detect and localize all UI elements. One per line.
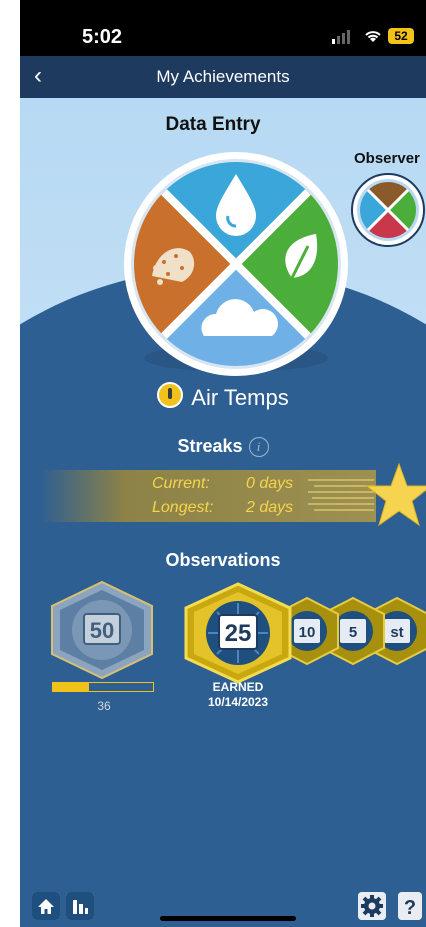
signal-icon: [332, 30, 350, 44]
home-indicator: [160, 916, 296, 921]
earned-status: EARNED: [212, 680, 264, 694]
home-button[interactable]: [32, 892, 60, 920]
badge-label-first: st: [390, 624, 403, 641]
status-bar: 5:02 52: [20, 0, 426, 56]
observations-heading: Observations: [165, 550, 281, 570]
settings-icon: [358, 892, 386, 920]
current-streak-label: Current:: [152, 475, 210, 492]
badge-label-10: 10: [299, 624, 316, 641]
nav-bar: ‹ My Achievements: [20, 56, 426, 98]
help-button[interactable]: ?: [398, 892, 422, 920]
help-icon: ?: [398, 892, 422, 920]
badge-progress-fill: [53, 683, 89, 691]
selected-category-label: Air Temps: [191, 385, 289, 410]
info-icon[interactable]: i: [248, 437, 269, 457]
observation-badge-25[interactable]: 25: [182, 582, 294, 684]
page-title: My Achievements: [156, 67, 290, 86]
earned-date: 10/14/2023: [207, 695, 269, 709]
badge-label-25: 25: [225, 620, 252, 647]
badge-progress-value: 36: [97, 699, 111, 713]
app-screen: 5:02 52 ‹ My Achievements Data Entry Obs…: [20, 0, 426, 927]
streaks-banner: Current: 0 days Longest: 2 days: [40, 470, 376, 522]
stats-button[interactable]: [66, 892, 94, 920]
category-title-observer: Observer: [354, 150, 420, 167]
status-time: 5:02: [82, 26, 123, 48]
streaks-heading: Streaks i: [20, 436, 426, 457]
earned-info: EARNED 10/14/2023: [182, 680, 294, 710]
longest-streak-label: Longest:: [152, 499, 214, 516]
svg-text:?: ?: [404, 897, 416, 919]
battery-indicator: 52: [388, 28, 414, 44]
category-title-data-entry: Data Entry: [165, 114, 261, 135]
thermometer-icon: [157, 382, 184, 408]
star-icon: [365, 462, 426, 527]
badge-progress-bar: [52, 682, 154, 692]
streaks-title: Streaks: [177, 436, 243, 456]
badge-label-50: 50: [90, 618, 114, 643]
stats-icon: [66, 892, 94, 920]
current-streak-value: 0 days: [246, 475, 294, 492]
home-icon: [32, 892, 60, 920]
wifi-icon: [364, 28, 382, 48]
selected-category[interactable]: Air Temps: [20, 382, 426, 411]
longest-streak-value: 2 days: [246, 499, 294, 516]
observation-badge-50[interactable]: 50: [48, 580, 156, 680]
observer-badge[interactable]: [350, 172, 426, 248]
data-entry-badge[interactable]: [120, 152, 352, 380]
badge-label-5: 5: [349, 624, 357, 641]
settings-button[interactable]: [358, 892, 386, 920]
